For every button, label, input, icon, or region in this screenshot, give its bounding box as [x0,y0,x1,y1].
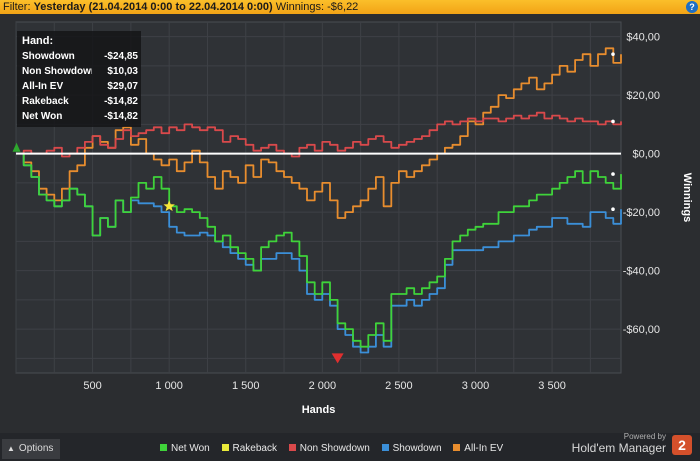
legend-label: Non Showdown [299,443,370,454]
legend-item-non-showdown[interactable]: Non Showdown [288,443,370,454]
series-end-dot [611,207,615,211]
legend-swatch [160,444,167,451]
y-tick-label: $40,00 [626,32,660,44]
triangle-up-icon: ▲ [7,444,15,453]
legend-label: Rakeback [232,443,277,454]
filter-bar: Filter: Yesterday (21.04.2014 0:00 to 22… [0,0,700,14]
hem2-logo-icon: 2 [672,435,692,455]
y-tick-label: -$60,00 [623,324,660,336]
filter-value[interactable]: Yesterday (21.04.2014 0:00 to 22.04.2014… [34,1,273,13]
legend-label: All-In EV [464,443,504,454]
x-tick-label: 2 500 [385,380,413,392]
stats-row: Non Showdown $10,03 [17,64,141,79]
y-tick-label: -$40,00 [623,266,660,278]
x-tick-label: 3 000 [462,380,490,392]
powered-by-label: Powered by [623,432,666,441]
stats-row: Showdown -$24,85 [17,49,141,64]
legend-swatch [221,444,229,451]
x-tick-label: 2 000 [309,380,337,392]
stats-title: Hand: [22,35,54,47]
x-tick-label: 3 500 [538,380,566,392]
stats-value: $29,07 [107,81,138,92]
stats-row: Net Won -$14,82 [17,109,141,124]
filter-label: Filter: [3,1,31,13]
chart-legend: Net Won Rakeback Non Showdown Showdown A… [160,443,512,454]
stats-row: All-In EV $29,07 [17,79,141,94]
options-button[interactable]: ▲ Options [2,439,60,459]
stats-value: -$24,85 [104,51,138,62]
legend-item-rakeback[interactable]: Rakeback [221,443,277,454]
brand-name: Hold'em Manager [571,441,666,455]
stats-label: Showdown [22,51,75,62]
x-axis-label: Hands [302,404,336,416]
stats-value: -$14,82 [104,111,138,122]
stats-label: Non Showdown [22,66,92,77]
winnings-label: Winnings: [275,1,325,13]
legend-swatch [288,444,296,451]
series-end-dot [611,172,615,176]
legend-item-net-won[interactable]: Net Won [160,443,210,454]
legend-label: Showdown [392,443,442,454]
footer-bar: ▲ Options Net Won Rakeback Non Showdown S… [0,432,700,461]
y-tick-label: -$20,00 [623,207,660,219]
y-tick-label: $0,00 [632,149,660,161]
legend-swatch [453,444,461,451]
stats-label: Rakeback [22,96,69,107]
legend-label: Net Won [171,443,210,454]
x-tick-label: 500 [83,380,101,392]
series-end-dot [611,52,615,56]
stats-label: Net Won [22,111,63,122]
y-axis-label: Winnings [681,173,693,222]
y-tick-label: $20,00 [626,90,660,102]
series-end-dot [611,119,615,124]
x-tick-label: 1 500 [232,380,260,392]
stats-row: Rakeback -$14,82 [17,94,141,109]
help-icon[interactable]: ? [686,1,698,13]
stats-value: -$14,82 [104,96,138,107]
legend-item-allin-ev[interactable]: All-In EV [453,443,503,454]
options-label: Options [18,443,54,454]
legend-swatch [381,444,389,451]
legend-item-showdown[interactable]: Showdown [381,443,442,454]
stats-box: Hand: Showdown -$24,85 Non Showdown $10,03… [17,31,141,127]
winnings-value: -$6,22 [327,1,359,13]
stats-label: All-In EV [22,81,64,92]
x-tick-label: 1 000 [155,380,183,392]
stats-value: $10,03 [107,66,138,77]
